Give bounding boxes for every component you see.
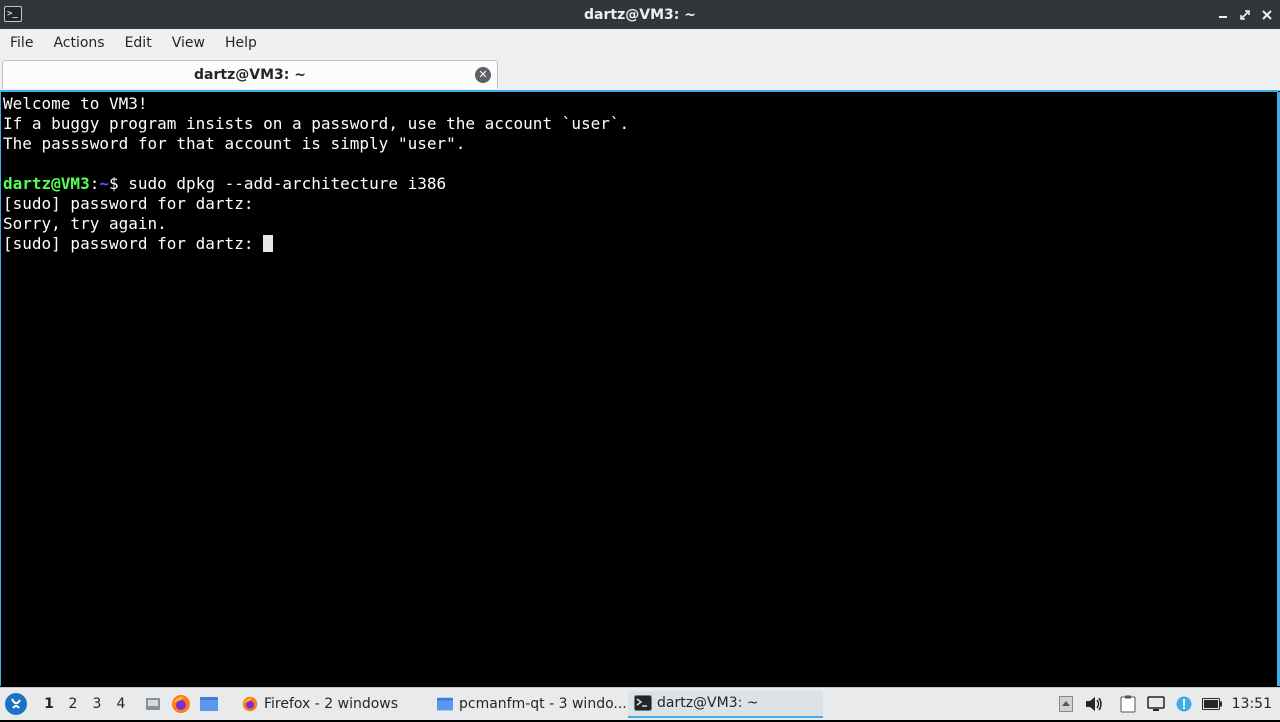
tab-terminal[interactable]: dartz@VM3: ~ ✕ xyxy=(2,60,498,89)
prompt-separator: : xyxy=(89,174,100,193)
text-cursor xyxy=(263,235,274,252)
terminal-app-icon[interactable]: >_ xyxy=(4,6,22,22)
tab-close-icon[interactable]: ✕ xyxy=(475,67,491,83)
desktop-4[interactable]: 4 xyxy=(109,696,133,712)
volume-icon[interactable] xyxy=(1084,694,1104,714)
terminal-line: [sudo] password for dartz: xyxy=(3,194,254,213)
command-text: sudo dpkg --add-architecture i386 xyxy=(118,174,447,193)
terminal-output: Welcome to VM3! If a buggy program insis… xyxy=(3,94,629,254)
network-icon[interactable] xyxy=(1146,694,1166,714)
window-controls xyxy=(1216,0,1274,29)
show-desktop-icon[interactable] xyxy=(142,694,164,714)
menu-file[interactable]: File xyxy=(0,29,43,57)
task-terminal[interactable]: dartz@VM3: ~ xyxy=(628,690,823,718)
battery-icon[interactable] xyxy=(1201,694,1222,714)
desktop-2[interactable]: 2 xyxy=(61,696,85,712)
task-pcmanfm[interactable]: pcmanfm-qt - 3 windo... xyxy=(430,691,628,718)
clock[interactable]: 13:51 xyxy=(1232,696,1272,712)
terminal-line: Welcome to VM3! xyxy=(3,94,148,113)
start-menu-icon[interactable] xyxy=(5,693,27,715)
system-tray: 13:51 xyxy=(1052,688,1280,720)
menu-actions[interactable]: Actions xyxy=(43,29,114,57)
task-label: pcmanfm-qt - 3 windo... xyxy=(459,696,627,712)
clipboard-icon[interactable] xyxy=(1118,694,1138,714)
menu-view[interactable]: View xyxy=(162,29,215,57)
task-label: dartz@VM3: ~ xyxy=(657,695,759,711)
update-notifier-icon[interactable] xyxy=(1174,694,1194,714)
prompt-symbol: $ xyxy=(108,174,119,193)
terminal-view[interactable]: Welcome to VM3! If a buggy program insis… xyxy=(0,90,1278,686)
terminal-line: [sudo] password for dartz: xyxy=(3,234,264,253)
firefox-launcher-icon[interactable] xyxy=(170,694,192,714)
minimize-icon[interactable] xyxy=(1216,8,1230,22)
folder-icon xyxy=(437,697,453,711)
menu-edit[interactable]: Edit xyxy=(115,29,162,57)
file-manager-launcher-icon[interactable] xyxy=(198,694,220,714)
menu-help[interactable]: Help xyxy=(215,29,267,57)
restore-icon[interactable] xyxy=(1238,8,1252,22)
desktop-3[interactable]: 3 xyxy=(85,696,109,712)
prompt-path: ~ xyxy=(99,174,109,193)
terminal-line: The passsword for that account is simply… xyxy=(3,134,466,153)
prompt-user: dartz@VM3 xyxy=(3,174,90,193)
terminal-icon xyxy=(634,695,652,711)
close-icon[interactable] xyxy=(1260,8,1274,22)
tab-label: dartz@VM3: ~ xyxy=(194,67,306,83)
firefox-icon xyxy=(242,696,258,712)
tab-bar: dartz@VM3: ~ ✕ xyxy=(0,57,1280,91)
terminal-line: If a buggy program insists on a password… xyxy=(3,114,630,133)
task-firefox[interactable]: Firefox - 2 windows xyxy=(235,691,430,718)
tray-expand-icon[interactable] xyxy=(1056,694,1076,714)
menu-bar: File Actions Edit View Help xyxy=(0,29,1280,57)
window-titlebar[interactable]: >_ dartz@VM3: ~ xyxy=(0,0,1280,29)
task-label: Firefox - 2 windows xyxy=(264,696,399,712)
window-title: dartz@VM3: ~ xyxy=(584,6,696,23)
terminal-line: Sorry, try again. xyxy=(3,214,167,233)
desktop-1[interactable]: 1 xyxy=(37,696,61,712)
taskbar: 1 2 3 4 Firefox - 2 windows pcmanfm-qt -… xyxy=(0,687,1280,720)
